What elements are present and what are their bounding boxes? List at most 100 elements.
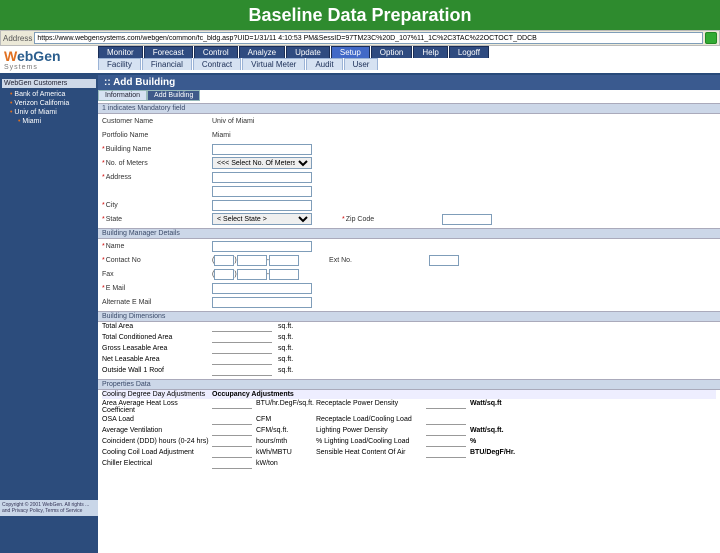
prop-row: OSA LoadCFMReceptacle Load/Cooling Load (102, 415, 716, 426)
sidebar-item[interactable]: Verizon California (2, 99, 96, 108)
subnav-contract[interactable]: Contract (193, 58, 241, 70)
prop-row: Average VentilationCFM/sq.ft.Lighting Po… (102, 426, 716, 437)
input-fax-area[interactable] (214, 269, 234, 280)
address-label: Address (3, 34, 32, 43)
label-contact: Contact No (102, 257, 212, 264)
prop-input-right[interactable] (426, 438, 466, 447)
label-building: Building Name (102, 146, 212, 153)
prop-input-right[interactable] (426, 449, 466, 458)
nav-tab-analyze[interactable]: Analyze (239, 46, 285, 58)
section-building-manager: Building Manager Details (98, 228, 720, 239)
nav-tab-logoff[interactable]: Logoff (449, 46, 489, 58)
prop-input-right[interactable] (426, 427, 466, 436)
nav-tab-update[interactable]: Update (286, 46, 330, 58)
input-contact-num[interactable] (269, 255, 299, 266)
sidebar-header: WebGen Customers (2, 79, 96, 88)
go-icon[interactable] (705, 32, 717, 44)
select-state[interactable]: < Select State > (212, 213, 312, 225)
breadcrumb: :: Add Building (98, 75, 720, 90)
label-address: Address (102, 174, 212, 181)
copyright: Copyright © 2001 WebGen. All rights ... … (0, 500, 98, 516)
value-customer: Univ of Miami (212, 118, 254, 125)
nav-tab-forecast[interactable]: Forecast (144, 46, 193, 58)
dim-row: Total Areasq.ft. (98, 322, 720, 333)
sidebar: WebGen Customers Bank of AmericaVerizon … (0, 75, 98, 553)
subtab-information[interactable]: Information (98, 90, 147, 101)
prop-input-left[interactable] (212, 416, 252, 425)
prop-row: Cooling Coil Load AdjustmentkWh/MBTUSens… (102, 448, 716, 459)
dim-row: Net Leasable Areasq.ft. (98, 355, 720, 366)
label-ext: Ext No. (329, 257, 429, 264)
dim-row: Gross Leasable Areasq.ft. (98, 344, 720, 355)
input-contact-ex[interactable] (237, 255, 267, 266)
label-city: City (102, 202, 212, 209)
prop-input-right[interactable] (426, 400, 466, 409)
section-mandatory-note: 1 indicates Mandatory field (98, 103, 720, 114)
content-area: :: Add Building InformationAdd Building … (98, 75, 720, 553)
app-header: WebGen Systems MonitorForecastControlAna… (0, 46, 720, 75)
input-city[interactable] (212, 200, 312, 211)
prop-subheaders: Cooling Degree Day Adjustments Occupancy… (102, 390, 716, 399)
subtab-add-building[interactable]: Add Building (147, 90, 200, 101)
dim-row: Outside Wall 1 Roofsq.ft. (98, 366, 720, 377)
nav-tab-setup[interactable]: Setup (331, 46, 370, 58)
label-state: State (102, 216, 212, 223)
dim-row: Total Conditioned Areasq.ft. (98, 333, 720, 344)
prop-input-left[interactable] (212, 438, 252, 447)
prop-input-left[interactable] (212, 460, 252, 469)
label-email: E Mail (102, 285, 212, 292)
input-building[interactable] (212, 144, 312, 155)
nav-tab-control[interactable]: Control (194, 46, 238, 58)
input-ext[interactable] (429, 255, 459, 266)
dim-value[interactable] (212, 367, 272, 376)
prop-row: Chiller ElectricalkW/ton (102, 459, 716, 470)
sidebar-item[interactable]: Univ of Miami (2, 108, 96, 117)
logo: WebGen Systems (0, 46, 98, 73)
subnav-audit[interactable]: Audit (306, 58, 342, 70)
input-address1[interactable] (212, 172, 312, 183)
input-email[interactable] (212, 283, 312, 294)
label-customer: Customer Name (102, 118, 212, 125)
input-name[interactable] (212, 241, 312, 252)
prop-input-right[interactable] (426, 416, 466, 425)
label-meters: No. of Meters (102, 160, 212, 167)
prop-input-left[interactable] (212, 427, 252, 436)
select-meters[interactable]: <<< Select No. Of Meters>>> (212, 157, 312, 169)
address-input[interactable] (34, 32, 703, 44)
sidebar-item[interactable]: Bank of America (2, 90, 96, 99)
label-zip: Zip Code (342, 216, 442, 223)
prop-row: Coincident (DDD) hours (0-24 hrs)hours/m… (102, 437, 716, 448)
prop-input-left[interactable] (212, 449, 252, 458)
dim-value[interactable] (212, 345, 272, 354)
dim-value[interactable] (212, 323, 272, 332)
label-fax: Fax (102, 271, 212, 278)
dim-value[interactable] (212, 334, 272, 343)
input-fax-ex[interactable] (237, 269, 267, 280)
section-building-dimensions: Building Dimensions (98, 311, 720, 322)
slide-title: Baseline Data Preparation (0, 0, 720, 30)
input-address2[interactable] (212, 186, 312, 197)
sub-tabs: InformationAdd Building (98, 90, 720, 101)
input-contact-area[interactable] (214, 255, 234, 266)
subnav-financial[interactable]: Financial (142, 58, 192, 70)
sidebar-subitem[interactable]: Miami (2, 117, 96, 126)
label-name: Name (102, 243, 212, 250)
value-portfolio: Miami (212, 132, 231, 139)
input-altemail[interactable] (212, 297, 312, 308)
section-properties: Properties Data (98, 379, 720, 390)
nav-tab-option[interactable]: Option (371, 46, 413, 58)
input-fax-num[interactable] (269, 269, 299, 280)
label-portfolio: Portfolio Name (102, 132, 212, 139)
nav-tab-help[interactable]: Help (413, 46, 447, 58)
subnav-facility[interactable]: Facility (98, 58, 141, 70)
subnav-virtual-meter[interactable]: Virtual Meter (242, 58, 305, 70)
input-zip[interactable] (442, 214, 492, 225)
nav-tab-monitor[interactable]: Monitor (98, 46, 143, 58)
nav-tabs: MonitorForecastControlAnalyzeUpdateSetup… (98, 46, 720, 70)
dim-value[interactable] (212, 356, 272, 365)
prop-row: Area Average Heat Loss CoefficientBTU/hr… (102, 399, 716, 415)
browser-address-bar: Address (0, 30, 720, 46)
subnav-user[interactable]: User (344, 58, 379, 70)
label-altemail: Alternate E Mail (102, 299, 212, 306)
prop-input-left[interactable] (212, 400, 252, 409)
